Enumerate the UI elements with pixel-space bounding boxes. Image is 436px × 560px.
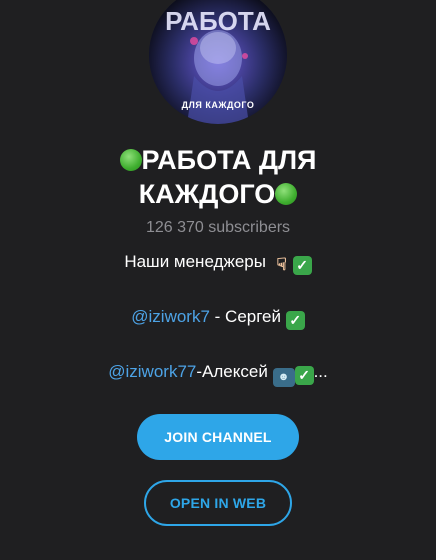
description-ellipsis: ...	[313, 362, 328, 381]
check-mark-icon: ✓	[294, 366, 314, 385]
green-circle-icon	[119, 149, 142, 171]
avatar-caption: ДЛЯ КАЖДОГО	[181, 100, 255, 110]
pointing-down-hand-icon: ☟	[276, 255, 287, 274]
check-mark-icon: ✓	[285, 311, 305, 330]
manager-link-iziwork7[interactable]: @iziwork7	[131, 307, 210, 326]
manager-name-aleksey: -Алексей	[196, 362, 273, 381]
description-line-sergey: @iziwork7 - Сергей ✓	[0, 307, 436, 330]
channel-avatar: РАБОТА ДЛЯ КАЖДОГО	[149, 0, 287, 124]
channel-title-line1: РАБОТА ДЛЯ	[141, 145, 317, 175]
manager-link-iziwork77[interactable]: @iziwork77	[108, 362, 196, 381]
green-circle-icon	[275, 183, 298, 205]
open-in-web-button[interactable]: OPEN IN WEB	[144, 480, 292, 526]
description-line-managers: Наши менеджеры ☟ ✓	[0, 252, 436, 275]
description-line-aleksey: @iziwork77-Алексей ☻ ✓...	[0, 362, 436, 387]
channel-title: РАБОТА ДЛЯ КАЖДОГО	[40, 143, 396, 211]
manager-name-sergey: - Сергей	[209, 307, 286, 326]
subscriber-count: 126 370 subscribers	[145, 219, 291, 236]
description-text: Наши менеджеры	[124, 252, 271, 271]
person-at-computer-icon: ☻	[272, 368, 295, 387]
join-channel-button[interactable]: JOIN CHANNEL	[137, 414, 299, 460]
check-mark-icon: ✓	[292, 256, 312, 275]
channel-title-line2: КАЖДОГО	[138, 179, 276, 209]
